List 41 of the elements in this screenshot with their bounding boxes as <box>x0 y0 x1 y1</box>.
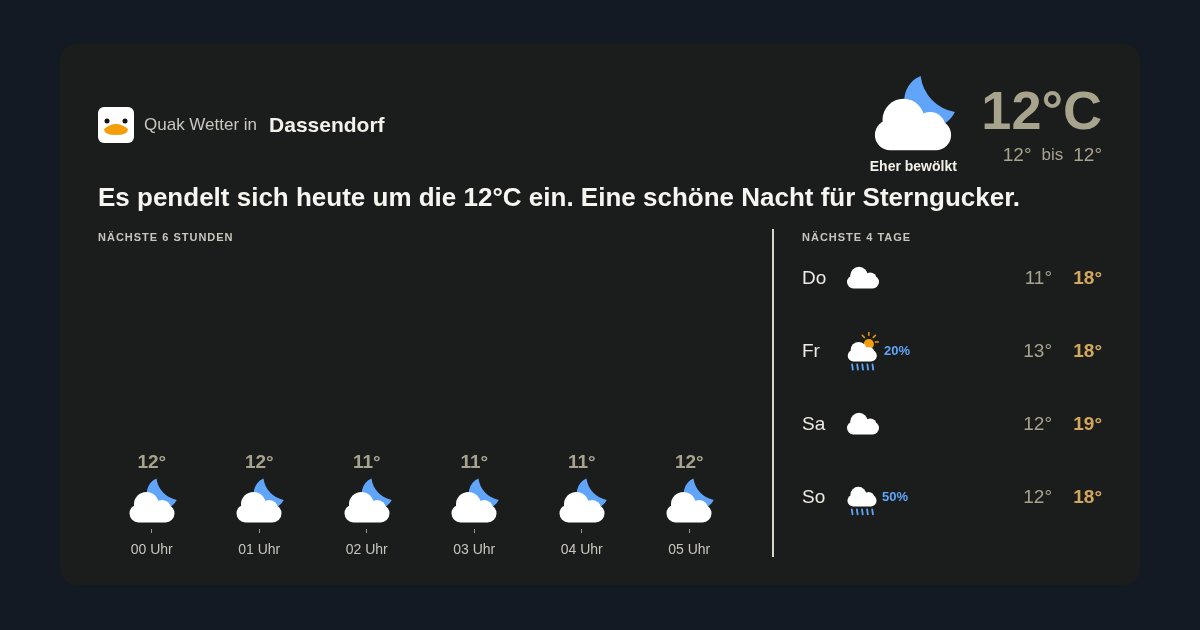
weather-summary: Es pendelt sich heute um die 12°C ein. Eine schöne Nacht für Sterngucker. <box>98 182 1022 213</box>
cloud-sun-rain-icon <box>846 330 880 371</box>
cloud-rain-icon <box>846 485 878 516</box>
precipitation-chance: 50% <box>882 489 909 504</box>
low-temperature: 12° <box>1022 485 1052 508</box>
hour-temperature: 12° <box>244 451 274 473</box>
hour-temperature: 11° <box>567 451 596 473</box>
high-temperature: 18° <box>1072 485 1102 508</box>
weather-condition: Eher bewölkt <box>869 158 957 174</box>
hour-temperature: 11° <box>352 451 381 473</box>
high-temperature: 18° <box>1072 339 1102 362</box>
hour-temperature: 11° <box>460 451 489 473</box>
low-temperature: 12° <box>1002 144 1032 166</box>
low-temperature: 12° <box>1022 412 1052 435</box>
section-title: NÄCHSTE 4 TAGE <box>802 231 913 243</box>
section-title: NÄCHSTE 6 STUNDEN <box>98 231 235 243</box>
cloud-icon <box>846 265 880 290</box>
hour-temperature: 12° <box>137 451 167 473</box>
day-name: Sa <box>802 412 827 435</box>
day-name: Do <box>802 266 828 289</box>
duck-logo-icon <box>98 107 134 143</box>
hour-label: 05 Uhr <box>668 541 711 557</box>
hour-temperature: 12° <box>674 451 704 473</box>
day-name: So <box>802 485 827 508</box>
high-temperature: 19° <box>1072 412 1102 435</box>
low-temperature: 13° <box>1022 339 1052 362</box>
low-temperature: 11° <box>1023 266 1052 289</box>
hour-label: 02 Uhr <box>345 541 388 557</box>
high-temperature: 18° <box>1072 266 1102 289</box>
current-temperature: 12°C <box>981 80 1102 140</box>
cloud-icon <box>846 411 880 436</box>
range-word: bis <box>1041 144 1064 166</box>
day-name: Fr <box>802 339 821 362</box>
hour-label: 00 Uhr <box>130 541 173 557</box>
hour-label: 04 Uhr <box>560 541 603 557</box>
location-name: Dassendorf <box>269 113 385 137</box>
hour-label: 03 Uhr <box>453 541 496 557</box>
app-name: Quak Wetter in <box>144 115 258 135</box>
precipitation-chance: 20% <box>884 343 911 358</box>
hour-label: 01 Uhr <box>238 541 281 557</box>
high-temperature: 12° <box>1073 144 1102 166</box>
